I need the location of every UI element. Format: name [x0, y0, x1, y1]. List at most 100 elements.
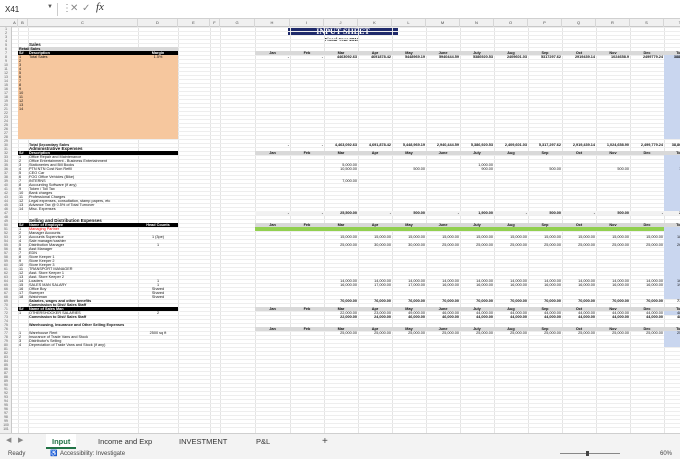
month-header[interactable]: July — [461, 151, 493, 155]
commission-sum-label[interactable]: Commission to Dist/ Sales Staff — [29, 315, 329, 319]
value-cell[interactable]: 500.00 — [393, 167, 425, 171]
column-header-m[interactable]: M — [426, 19, 460, 27]
month-header[interactable]: Mar — [325, 151, 357, 155]
column-header-c[interactable]: C — [28, 19, 138, 27]
value-cell[interactable]: 16,000.00 — [461, 283, 493, 287]
value-cell[interactable]: - — [563, 211, 595, 215]
zoom-slider[interactable] — [560, 453, 620, 454]
value-cell[interactable]: 17,000.00 — [359, 283, 391, 287]
next-sheet-icon[interactable]: ▶ — [18, 436, 23, 444]
value-cell[interactable]: 16,000.00 — [325, 283, 357, 287]
value-cell[interactable]: 4691878.42 — [359, 55, 391, 59]
value-cell[interactable]: 25,500.00 — [325, 211, 357, 215]
value-cell[interactable]: 70,000.00 — [563, 299, 595, 303]
value-cell[interactable]: 15,000.00 — [563, 235, 595, 239]
value-cell[interactable]: 70,000.00 — [325, 299, 357, 303]
column-header-k[interactable]: K — [358, 19, 392, 27]
value-cell[interactable]: 25,000.00 — [529, 331, 561, 335]
value-cell[interactable]: 15,000.00 — [461, 235, 493, 239]
confirm-icon[interactable]: ✓ — [82, 2, 90, 16]
value-cell[interactable]: 25,000.00 — [495, 331, 527, 335]
value-cell[interactable]: 15,000.00 — [631, 235, 663, 239]
column-header-g[interactable]: G — [220, 19, 255, 27]
value-cell[interactable]: - — [427, 211, 459, 215]
value-cell[interactable]: 46,000.00 — [427, 315, 459, 319]
month-header[interactable]: Oct — [563, 151, 595, 155]
value-cell[interactable]: 2,499,779.24 — [631, 143, 663, 147]
value-cell[interactable]: 25,000.00 — [427, 331, 459, 335]
value-cell[interactable]: 192,000.00 — [665, 283, 680, 287]
value-cell[interactable]: 2409601.03 — [495, 55, 527, 59]
value-cell[interactable]: 15,000.00 — [325, 235, 357, 239]
month-header[interactable]: Apr — [359, 151, 391, 155]
value-cell[interactable]: 16,000.00 — [563, 283, 595, 287]
row-number[interactable]: 4 — [19, 343, 27, 347]
value-cell[interactable]: 2919439.14 — [563, 55, 595, 59]
tab-input[interactable]: Input — [46, 434, 77, 449]
value-cell[interactable]: - — [291, 55, 323, 59]
value-cell[interactable]: 4,463,092.63 — [325, 143, 357, 147]
head-count[interactable]: 2500 sq ft — [139, 331, 177, 335]
value-cell[interactable]: - — [256, 211, 289, 215]
month-header[interactable]: Aug — [495, 151, 527, 155]
column-header-s[interactable]: S — [630, 19, 664, 27]
row-number[interactable]: 14 — [19, 107, 27, 111]
value-cell[interactable]: 10,500.00 — [325, 167, 357, 171]
value-cell[interactable]: 16,000.00 — [597, 283, 629, 287]
column-header-l[interactable]: L — [392, 19, 426, 27]
sales-row-margin[interactable]: 1.5% — [139, 55, 177, 59]
column-header-f[interactable]: F — [210, 19, 220, 27]
value-cell[interactable]: 2,919,439.14 — [563, 143, 595, 147]
value-cell[interactable]: 25,000.00 — [325, 331, 357, 335]
value-cell[interactable]: 30,000.00 — [359, 243, 391, 247]
value-cell[interactable]: 25,000.00 — [461, 331, 493, 335]
value-cell[interactable]: 180,000.00 — [665, 235, 680, 239]
value-cell[interactable]: 28,900.00 — [665, 211, 680, 215]
name-box-dropdown-icon[interactable]: ▼ — [47, 4, 53, 10]
zoom-slider-handle[interactable] — [586, 451, 589, 456]
value-cell[interactable]: - — [291, 211, 323, 215]
value-cell[interactable]: 5448969.19 — [393, 55, 425, 59]
value-cell[interactable]: 44,000.00 — [529, 315, 561, 319]
value-cell[interactable]: 25,000.00 — [461, 243, 493, 247]
value-cell[interactable]: 15,000.00 — [393, 235, 425, 239]
value-cell[interactable]: 5317297.62 — [529, 55, 561, 59]
column-header-t[interactable]: T — [664, 19, 680, 27]
value-cell[interactable]: 2,940,444.59 — [427, 143, 459, 147]
value-cell[interactable]: 500.00 — [597, 211, 629, 215]
value-cell[interactable]: 25,000.00 — [597, 331, 629, 335]
column-header-r[interactable]: R — [596, 19, 630, 27]
month-header[interactable]: June — [427, 151, 459, 155]
value-cell[interactable]: 2499779.24 — [631, 55, 663, 59]
formula-input[interactable] — [110, 2, 675, 17]
value-cell[interactable]: 16,000.00 — [495, 283, 527, 287]
value-cell[interactable]: 46,000.00 — [393, 315, 425, 319]
value-cell[interactable]: 4463092.63 — [325, 55, 357, 59]
insert-function-icon[interactable]: fx — [96, 1, 104, 13]
row-header[interactable]: 101 — [0, 427, 12, 431]
value-cell[interactable]: 44,000.00 — [597, 315, 629, 319]
sheet-grid[interactable]: INPUT SHEET Fiscal Year 2019 SalesRetail… — [12, 27, 680, 433]
column-header-e[interactable]: E — [178, 19, 210, 27]
value-cell[interactable]: 25,000.00 — [597, 243, 629, 247]
value-cell[interactable]: 485,000.00 — [665, 315, 680, 319]
column-header-o[interactable]: O — [494, 19, 528, 27]
value-cell[interactable]: 76,000.00 — [359, 299, 391, 303]
value-cell[interactable]: 1,024,658.90 — [597, 143, 629, 147]
value-cell[interactable]: - — [256, 55, 289, 59]
value-cell[interactable]: 25,000.00 — [563, 331, 595, 335]
value-cell[interactable]: 25,000.00 — [393, 331, 425, 335]
add-sheet-icon[interactable]: + — [322, 434, 328, 449]
value-cell[interactable]: - — [359, 211, 391, 215]
value-cell[interactable]: 70,000.00 — [427, 299, 459, 303]
month-header[interactable]: Dec — [631, 151, 663, 155]
value-cell[interactable]: 5940444.59 — [427, 55, 459, 59]
value-cell[interactable]: 25,000.00 — [563, 243, 595, 247]
zoom-level[interactable]: 60% — [660, 449, 672, 459]
value-cell[interactable]: 500.00 — [393, 211, 425, 215]
month-header[interactable]: May — [393, 151, 425, 155]
value-cell[interactable]: 25,000.00 — [631, 331, 663, 335]
value-cell[interactable]: 17,000.00 — [393, 283, 425, 287]
value-cell[interactable]: 900.00 — [461, 167, 493, 171]
value-cell[interactable]: 15,000.00 — [359, 235, 391, 239]
